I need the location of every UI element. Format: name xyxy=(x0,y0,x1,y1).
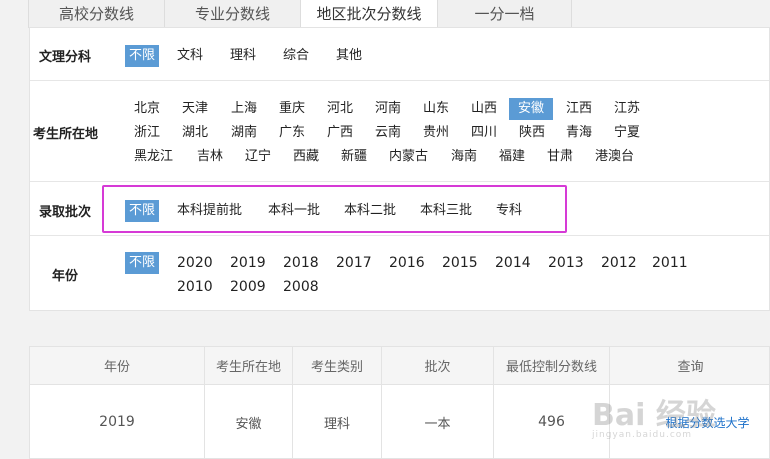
filter-row-year: 年份 不限 2020 2019 2018 2017 2016 2015 2014… xyxy=(30,236,769,312)
year-option[interactable]: 2014 xyxy=(491,252,535,274)
region-option[interactable]: 江苏 xyxy=(610,98,644,120)
tab-region-batch-scores[interactable]: 地区批次分数线 xyxy=(300,0,438,28)
year-option[interactable]: 2009 xyxy=(226,276,270,298)
year-option[interactable]: 2018 xyxy=(279,252,323,274)
region-option[interactable]: 江西 xyxy=(562,98,596,120)
baidu-watermark: Bai 经验 jingyan.baidu.com xyxy=(588,378,768,448)
region-option-selected[interactable]: 安徽 xyxy=(509,98,554,120)
year-option-any[interactable]: 不限 xyxy=(125,252,160,274)
region-label: 考生所在地 xyxy=(33,127,99,142)
region-option[interactable]: 山东 xyxy=(419,98,453,120)
watermark-logo-text: Bai 经验 xyxy=(592,398,716,433)
year-option[interactable]: 2008 xyxy=(279,276,323,298)
region-option[interactable]: 广西 xyxy=(323,122,357,144)
region-option[interactable]: 陕西 xyxy=(515,122,549,144)
tab-score-rank[interactable]: 一分一档 xyxy=(437,0,572,28)
category-option-any[interactable]: 不限 xyxy=(125,45,160,67)
filter-row-region: 考生所在地 北京 天津 上海 重庆 河北 河南 山东 山西 安徽 江西 江苏 浙… xyxy=(30,81,769,182)
region-option[interactable]: 上海 xyxy=(227,98,261,120)
cell-region: 安徽 xyxy=(205,385,293,459)
region-option[interactable]: 港澳台 xyxy=(591,146,638,168)
year-option[interactable]: 2010 xyxy=(173,276,217,298)
region-option[interactable]: 吉林 xyxy=(193,146,227,168)
year-option[interactable]: 2016 xyxy=(385,252,429,274)
region-option[interactable]: 辽宁 xyxy=(241,146,275,168)
region-option[interactable]: 河南 xyxy=(371,98,405,120)
category-option-other[interactable]: 其他 xyxy=(332,45,366,67)
cell-year: 2019 xyxy=(30,385,205,459)
header-region: 考生所在地 xyxy=(205,347,293,384)
region-option[interactable]: 云南 xyxy=(371,122,405,144)
tab-college-scores[interactable]: 高校分数线 xyxy=(28,0,165,28)
year-option[interactable]: 2015 xyxy=(438,252,482,274)
watermark-url: jingyan.baidu.com xyxy=(592,430,693,440)
region-option[interactable]: 福建 xyxy=(495,146,529,168)
region-option[interactable]: 重庆 xyxy=(275,98,309,120)
region-option[interactable]: 山西 xyxy=(467,98,501,120)
year-label: 年份 xyxy=(52,269,79,284)
header-year: 年份 xyxy=(30,347,205,384)
region-option[interactable]: 湖北 xyxy=(178,122,212,144)
header-type: 考生类别 xyxy=(293,347,382,384)
region-option[interactable]: 黑龙江 xyxy=(130,146,177,168)
region-option[interactable]: 青海 xyxy=(562,122,596,144)
category-option-comprehensive[interactable]: 综合 xyxy=(279,45,313,67)
region-option[interactable]: 四川 xyxy=(467,122,501,144)
tab-major-scores[interactable]: 专业分数线 xyxy=(164,0,301,28)
region-option[interactable]: 西藏 xyxy=(289,146,323,168)
filter-row-category: 文理分科 不限 文科 理科 综合 其他 xyxy=(30,28,769,81)
year-option[interactable]: 2013 xyxy=(544,252,588,274)
cell-batch: 一本 xyxy=(382,385,494,459)
region-option[interactable]: 内蒙古 xyxy=(385,146,432,168)
category-option-science[interactable]: 理科 xyxy=(226,45,260,67)
region-option[interactable]: 广东 xyxy=(275,122,309,144)
region-option[interactable]: 湖南 xyxy=(227,122,261,144)
category-label: 文理分科 xyxy=(39,50,92,65)
year-option[interactable]: 2017 xyxy=(332,252,376,274)
year-option[interactable]: 2011 xyxy=(648,252,692,274)
region-option[interactable]: 河北 xyxy=(323,98,357,120)
category-option-arts[interactable]: 文科 xyxy=(173,45,207,67)
region-option[interactable]: 贵州 xyxy=(419,122,453,144)
region-option[interactable]: 甘肃 xyxy=(543,146,577,168)
year-option[interactable]: 2019 xyxy=(226,252,270,274)
region-option[interactable]: 浙江 xyxy=(130,122,164,144)
tab-bar: 高校分数线 专业分数线 地区批次分数线 一分一档 xyxy=(28,0,572,28)
batch-label: 录取批次 xyxy=(39,205,92,220)
cell-type: 理科 xyxy=(293,385,382,459)
region-option[interactable]: 宁夏 xyxy=(610,122,644,144)
year-option[interactable]: 2020 xyxy=(173,252,217,274)
year-option[interactable]: 2012 xyxy=(597,252,641,274)
batch-highlight-box xyxy=(102,185,567,233)
region-option[interactable]: 北京 xyxy=(130,98,164,120)
region-option[interactable]: 海南 xyxy=(447,146,481,168)
region-option[interactable]: 天津 xyxy=(178,98,212,120)
filter-panel: 文理分科 不限 文科 理科 综合 其他 考生所在地 北京 天津 上海 重庆 河北… xyxy=(29,27,770,311)
region-option[interactable]: 新疆 xyxy=(337,146,371,168)
header-batch: 批次 xyxy=(382,347,494,384)
